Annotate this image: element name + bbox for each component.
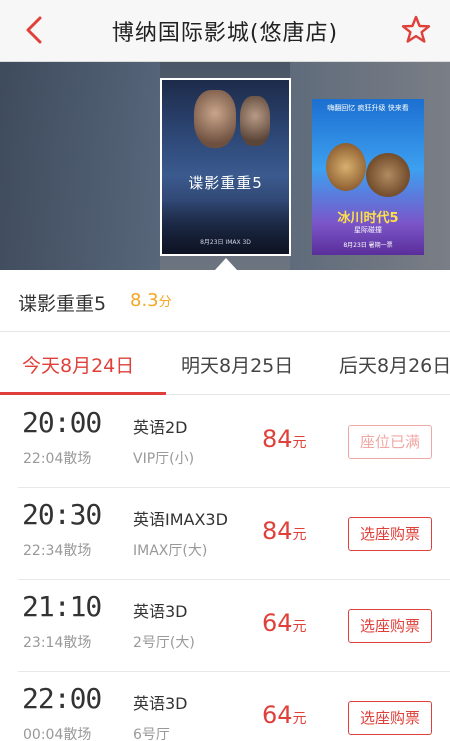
movie-name: 谍影重重5 <box>18 293 107 315</box>
poster-figure <box>326 143 366 191</box>
tab-tomorrow[interactable]: 明天8月25日 <box>181 351 293 378</box>
language-format: 英语IMAX3D <box>133 510 228 529</box>
date-tabs: 今天8月24日 明天8月25日 后天8月26日 <box>0 333 450 395</box>
active-tab-indicator <box>0 392 166 395</box>
select-seat-button[interactable]: 选座购票 <box>348 517 432 551</box>
poster-title: 冰川时代5 <box>337 211 399 226</box>
poster-next[interactable]: 嗨翻回忆 疯狂升级 快来看 冰川时代5 星际碰撞 8月23日 暑期一票 <box>312 99 424 255</box>
hall-name: VIP厅(小) <box>133 451 195 467</box>
ticket-price: 84元 <box>262 425 307 453</box>
poster-date: 8月23日 IMAX 3D <box>200 239 251 246</box>
price-value: 84 <box>262 425 293 453</box>
select-seat-button[interactable]: 选座购票 <box>348 609 432 643</box>
ticket-price: 64元 <box>262 609 307 637</box>
movie-info-bar: 谍影重重5 8.3分 <box>0 270 450 332</box>
end-time: 23:14散场 <box>23 635 92 651</box>
end-time: 22:34散场 <box>23 543 92 559</box>
movie-score: 8.3分 <box>130 290 172 311</box>
poster-title: 谍影重重5 <box>188 174 263 192</box>
start-time: 20:30 <box>22 498 102 531</box>
end-time: 22:04散场 <box>23 451 92 467</box>
start-time: 20:00 <box>22 406 102 439</box>
poster-subtitle: 星际碰撞 <box>354 226 382 234</box>
sold-out-button: 座位已满 <box>348 425 432 459</box>
ticket-price: 84元 <box>262 517 307 545</box>
tab-day-after[interactable]: 后天8月26日 <box>339 351 450 378</box>
back-button[interactable] <box>20 14 50 46</box>
score-unit: 分 <box>158 295 172 310</box>
hall-name: 2号厅(大) <box>133 635 195 651</box>
poster-cityscape <box>162 202 289 254</box>
page-title: 博纳国际影城(悠唐店) <box>111 21 339 46</box>
nav-header: 博纳国际影城(悠唐店) <box>0 0 450 62</box>
tab-today[interactable]: 今天8月24日 <box>22 351 134 378</box>
ticket-price: 64元 <box>262 701 307 729</box>
end-time: 00:04散场 <box>23 727 92 741</box>
poster-tagline: 嗨翻回忆 疯狂升级 快来看 <box>327 104 409 112</box>
score-value: 8.3 <box>130 290 159 311</box>
poster-figure <box>366 153 410 197</box>
language-format: 英语3D <box>133 694 188 713</box>
showtime-row[interactable]: 20:30 22:34散场 英语IMAX3D IMAX厅(大) 84元 选座购票 <box>0 488 450 580</box>
chevron-left-icon <box>26 16 42 44</box>
select-seat-button[interactable]: 选座购票 <box>348 701 432 735</box>
hall-name: IMAX厅(大) <box>133 543 208 559</box>
price-unit: 元 <box>292 619 307 635</box>
selection-pointer <box>215 258 237 270</box>
start-time: 22:00 <box>22 682 102 715</box>
price-unit: 元 <box>292 527 307 543</box>
poster-figure <box>194 90 236 148</box>
poster-date: 8月23日 暑期一票 <box>343 242 393 249</box>
showtime-row[interactable]: 22:00 00:04散场 英语3D 6号厅 64元 选座购票 <box>0 672 450 741</box>
hall-name: 6号厅 <box>133 727 170 741</box>
price-unit: 元 <box>292 435 307 451</box>
price-unit: 元 <box>292 711 307 727</box>
poster-selected[interactable]: 谍影重重5 8月23日 IMAX 3D <box>160 78 291 256</box>
showtime-row[interactable]: 21:10 23:14散场 英语3D 2号厅(大) 64元 选座购票 <box>0 580 450 672</box>
start-time: 21:10 <box>22 590 102 623</box>
language-format: 英语2D <box>133 418 188 437</box>
showtime-row[interactable]: 20:00 22:04散场 英语2D VIP厅(小) 84元 座位已满 <box>0 396 450 488</box>
language-format: 英语3D <box>133 602 188 621</box>
favorite-button[interactable] <box>400 14 432 46</box>
price-value: 64 <box>262 701 293 729</box>
price-value: 64 <box>262 609 293 637</box>
price-value: 84 <box>262 517 293 545</box>
poster-background-left <box>0 62 160 270</box>
poster-figure <box>240 96 270 146</box>
star-outline-icon <box>401 15 431 43</box>
